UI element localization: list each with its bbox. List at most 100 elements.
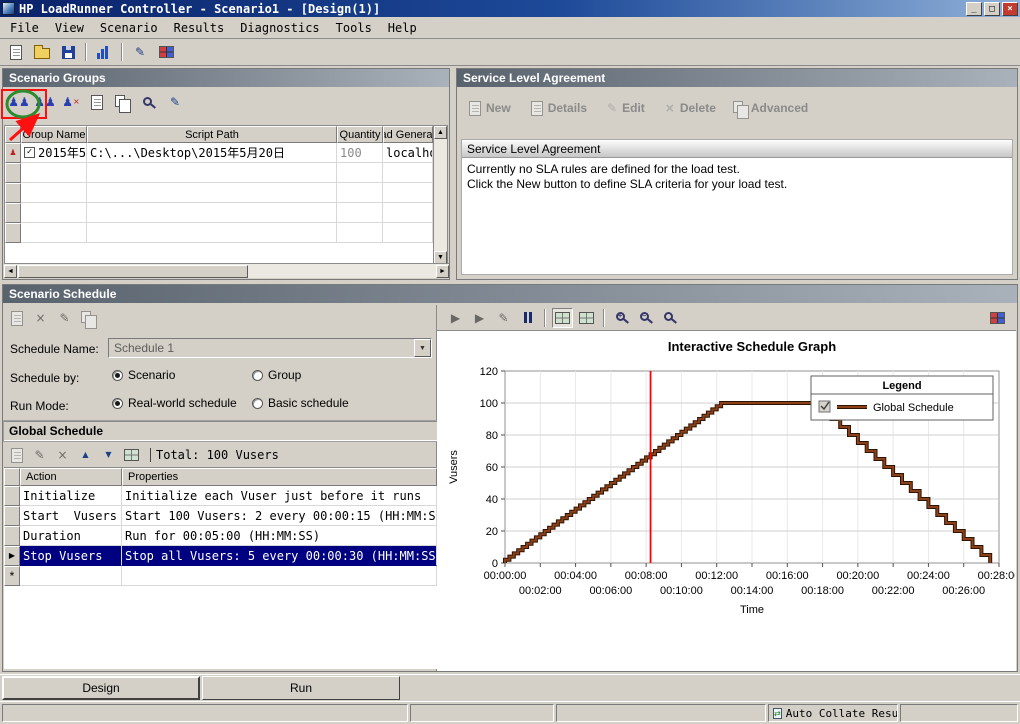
zoom-reset-button[interactable] bbox=[659, 308, 680, 328]
graph-view-toggle[interactable] bbox=[552, 308, 573, 328]
scroll-up-button[interactable]: ▲ bbox=[434, 126, 447, 139]
group-name-cell[interactable]: ✓ 2015年5月 bbox=[21, 143, 87, 163]
row-header[interactable] bbox=[4, 526, 20, 546]
groups-horizontal-scrollbar[interactable]: ◄ ► bbox=[4, 263, 449, 278]
menu-file[interactable]: File bbox=[2, 19, 47, 37]
new-schedule-button[interactable] bbox=[6, 308, 27, 328]
properties-cell[interactable]: Stop all Vusers: 5 every 00:00:30 (HH:MM… bbox=[122, 546, 437, 566]
close-button[interactable]: × bbox=[1002, 2, 1018, 16]
menu-view[interactable]: View bbox=[47, 19, 92, 37]
start-ramp-button[interactable]: ▶ bbox=[445, 308, 466, 328]
runtime-settings-button[interactable]: ✎ bbox=[128, 41, 152, 63]
empty-row[interactable] bbox=[5, 163, 433, 183]
action-cell[interactable]: Start Vusers bbox=[20, 506, 122, 526]
group-enabled-checkbox[interactable]: ✓ bbox=[24, 147, 35, 158]
row-header[interactable]: ♟ bbox=[5, 143, 21, 163]
empty-row[interactable] bbox=[5, 223, 433, 243]
column-script-path[interactable]: Script Path bbox=[87, 126, 337, 143]
run-mode-realworld-radio[interactable]: Real-world schedule bbox=[112, 396, 237, 410]
results-settings-button[interactable] bbox=[154, 41, 178, 63]
delete-schedule-button[interactable]: × bbox=[30, 308, 51, 328]
duplicate-group-button[interactable] bbox=[111, 91, 135, 113]
action-row-stop-vusers-selected[interactable]: ▶ Stop Vusers Stop all Vusers: 5 every 0… bbox=[4, 546, 437, 566]
sla-advanced-button[interactable]: Advanced bbox=[736, 101, 808, 115]
menu-scenario[interactable]: Scenario bbox=[92, 19, 166, 37]
scrollbar-thumb[interactable] bbox=[18, 265, 248, 278]
add-group-button[interactable]: ♟♟ bbox=[7, 91, 31, 113]
action-row-initialize[interactable]: Initialize Initialize each Vuser just be… bbox=[4, 486, 437, 506]
zoom-in-button[interactable]: + bbox=[611, 308, 632, 328]
schedule-by-group-radio[interactable]: Group bbox=[252, 368, 301, 382]
duplicate-schedule-button[interactable] bbox=[78, 308, 99, 328]
auto-collate-status[interactable]: ⇄ Auto Collate Resu bbox=[768, 704, 898, 722]
group-row[interactable]: ♟ ✓ 2015年5月 C:\...\Desktop\2015年5月20日 10… bbox=[5, 143, 433, 163]
rename-schedule-button[interactable]: ✎ bbox=[54, 308, 75, 328]
sla-delete-button[interactable]: ×Delete bbox=[665, 101, 716, 115]
view-script-button[interactable] bbox=[137, 91, 161, 113]
action-cell[interactable]: Duration bbox=[20, 526, 122, 546]
schedule-by-scenario-radio[interactable]: Scenario bbox=[112, 368, 175, 382]
tab-design[interactable]: Design bbox=[2, 676, 200, 700]
pause-button[interactable] bbox=[517, 308, 538, 328]
move-up-button[interactable]: ▲ bbox=[75, 445, 96, 465]
column-load-generators[interactable]: ad Generat bbox=[383, 126, 433, 143]
action-row-start-vusers[interactable]: Start Vusers Start 100 Vusers: 2 every 0… bbox=[4, 506, 437, 526]
quantity-cell[interactable]: 100 bbox=[337, 143, 383, 163]
script-path-cell[interactable]: C:\...\Desktop\2015年5月20日 bbox=[87, 143, 337, 163]
new-scenario-button[interactable] bbox=[4, 41, 28, 63]
menu-help[interactable]: Help bbox=[380, 19, 425, 37]
action-cell[interactable]: Initialize bbox=[20, 486, 122, 506]
schedule-chart[interactable]: 02040608010012000:00:0000:02:0000:04:000… bbox=[443, 335, 1015, 635]
empty-row[interactable] bbox=[5, 203, 433, 223]
tab-run[interactable]: Run bbox=[202, 676, 400, 700]
row-header[interactable] bbox=[4, 486, 20, 506]
add-action-button[interactable] bbox=[6, 445, 27, 465]
empty-row[interactable] bbox=[5, 183, 433, 203]
minimize-button[interactable]: _ bbox=[966, 2, 982, 16]
sla-details-button[interactable]: Details bbox=[531, 101, 587, 116]
zoom-out-button[interactable]: − bbox=[635, 308, 656, 328]
menu-diagnostics[interactable]: Diagnostics bbox=[232, 19, 327, 37]
save-scenario-button[interactable] bbox=[56, 41, 80, 63]
analysis-button[interactable] bbox=[92, 41, 116, 63]
menu-tools[interactable]: Tools bbox=[328, 19, 380, 37]
delete-action-button[interactable]: × bbox=[52, 445, 73, 465]
sla-edit-button[interactable]: ✎Edit bbox=[607, 101, 645, 115]
remove-vusers-button[interactable]: ♟× bbox=[59, 91, 83, 113]
row-header[interactable] bbox=[4, 506, 20, 526]
add-vusers-button[interactable]: ♟♟ bbox=[33, 91, 57, 113]
open-scenario-button[interactable] bbox=[30, 41, 54, 63]
menu-results[interactable]: Results bbox=[166, 19, 233, 37]
edit-graph-button[interactable]: ✎ bbox=[493, 308, 514, 328]
move-down-button[interactable]: ▼ bbox=[98, 445, 119, 465]
column-action[interactable]: Action bbox=[20, 468, 122, 486]
column-properties[interactable]: Properties bbox=[122, 468, 437, 486]
properties-cell[interactable]: Run for 00:05:00 (HH:MM:SS) bbox=[122, 526, 437, 546]
new-action-row[interactable]: * bbox=[4, 566, 437, 586]
properties-cell[interactable]: Initialize each Vuser just before it run… bbox=[122, 486, 437, 506]
dropdown-arrow-icon[interactable]: ▼ bbox=[414, 339, 431, 357]
sla-new-button[interactable]: New bbox=[469, 101, 511, 116]
group-details-button[interactable] bbox=[85, 91, 109, 113]
schedule-name-select[interactable]: Schedule 1 ▼ bbox=[108, 338, 432, 358]
properties-cell[interactable]: Start 100 Vusers: 2 every 00:00:15 (HH:M… bbox=[122, 506, 437, 526]
edit-script-button[interactable]: ✎ bbox=[163, 91, 187, 113]
row-header[interactable]: ▶ bbox=[4, 546, 20, 566]
split-action-button[interactable] bbox=[121, 445, 142, 465]
table-view-toggle[interactable] bbox=[576, 308, 597, 328]
maximize-button[interactable]: □ bbox=[984, 2, 1000, 16]
column-quantity[interactable]: Quantity bbox=[337, 126, 383, 143]
action-cell[interactable]: Stop Vusers bbox=[20, 546, 122, 566]
graph-settings-button[interactable] bbox=[987, 308, 1008, 328]
restart-button[interactable]: ▶ bbox=[469, 308, 490, 328]
scroll-left-button[interactable]: ◄ bbox=[4, 265, 17, 278]
action-row-duration[interactable]: Duration Run for 00:05:00 (HH:MM:SS) bbox=[4, 526, 437, 546]
scroll-right-button[interactable]: ► bbox=[436, 265, 449, 278]
radio-label: Group bbox=[268, 368, 301, 382]
edit-action-button[interactable]: ✎ bbox=[29, 445, 50, 465]
load-generator-cell[interactable]: localhost bbox=[383, 143, 433, 163]
groups-vertical-scrollbar[interactable]: ▲ ▼ bbox=[433, 125, 448, 265]
column-group-name[interactable]: Group Name bbox=[21, 126, 87, 143]
row-header[interactable]: * bbox=[4, 566, 20, 586]
run-mode-basic-radio[interactable]: Basic schedule bbox=[252, 396, 349, 410]
